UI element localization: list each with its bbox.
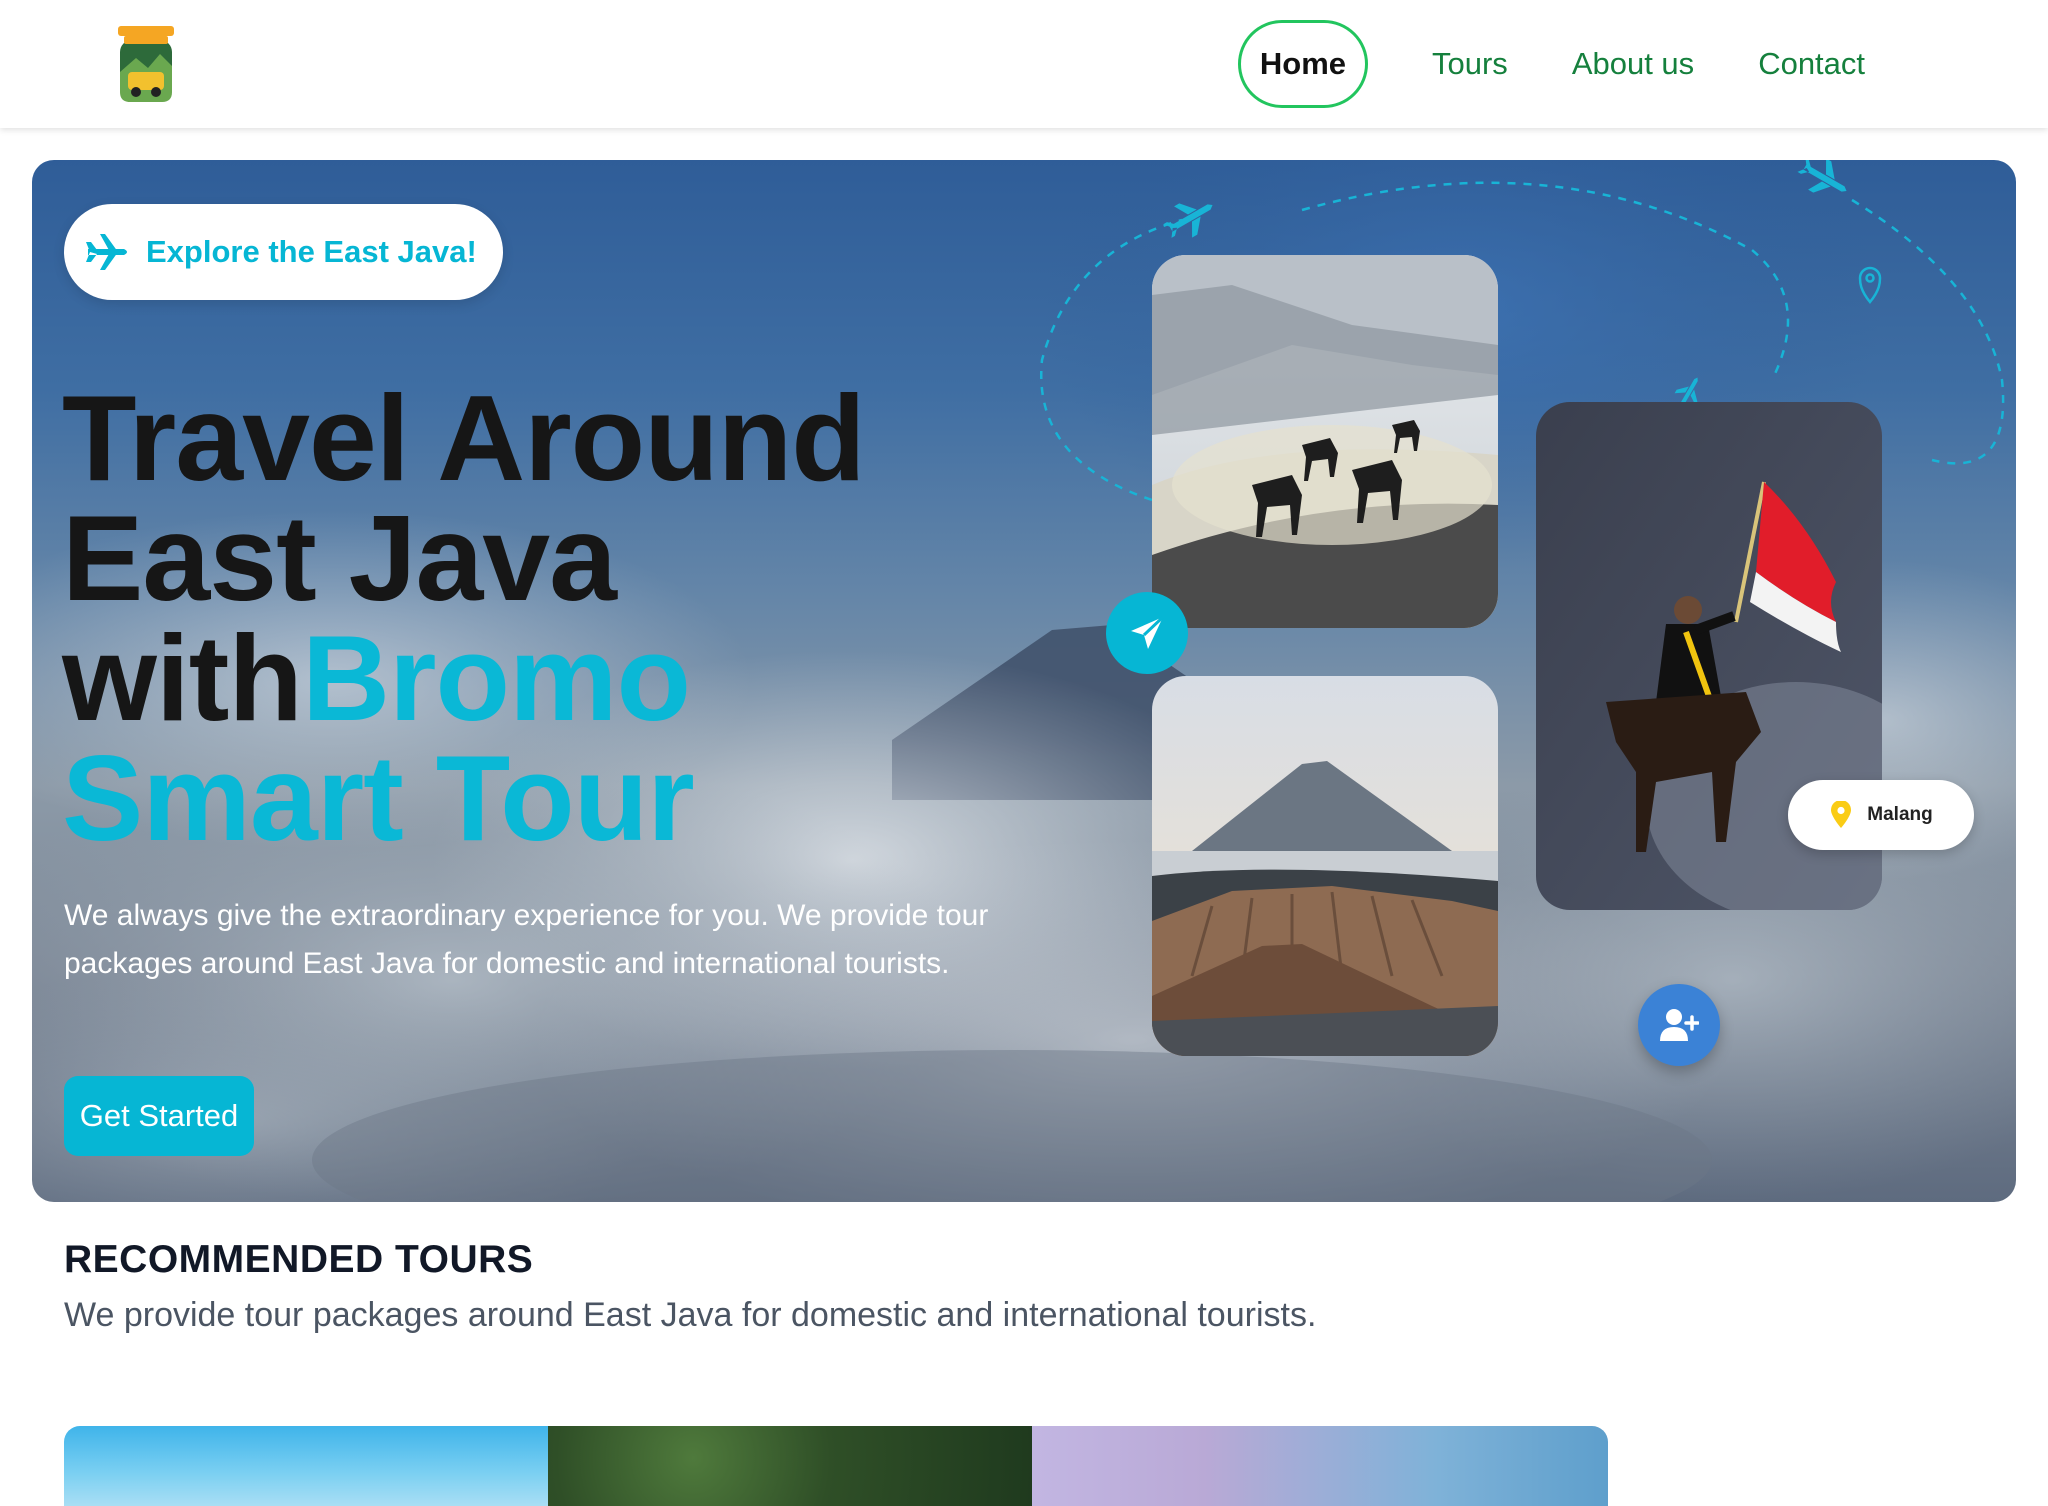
- user-plus-icon: [1660, 1009, 1699, 1041]
- hero-section: Explore the East Java! Travel Around Eas…: [32, 160, 2016, 1202]
- photo-bromo-crater: [1152, 676, 1498, 1056]
- explore-pill-label: Explore the East Java!: [146, 234, 477, 269]
- hero-headline: Travel Around East Java withBromo Smart …: [62, 377, 1022, 859]
- headline-line-2: East Java: [62, 490, 617, 626]
- add-user-fab[interactable]: [1638, 984, 1720, 1066]
- recommended-title: RECOMMENDED TOURS: [64, 1238, 534, 1281]
- headline-line-3-prefix: with: [62, 610, 303, 746]
- tour-card-2-image[interactable]: [548, 1426, 1032, 1506]
- get-started-button[interactable]: Get Started: [64, 1076, 254, 1156]
- brand-logo[interactable]: [114, 22, 178, 104]
- airplane-icon: [86, 234, 127, 270]
- nav-tours[interactable]: Tours: [1432, 20, 1508, 108]
- nav-contact[interactable]: Contact: [1758, 20, 1865, 108]
- hero-description: We always give the extraordinary experie…: [64, 899, 989, 980]
- paper-plane-icon: [1131, 615, 1165, 649]
- location-chip-label: Malang: [1867, 804, 1933, 825]
- site-header: Home Tours About us Contact: [0, 0, 2048, 128]
- headline-line-3-accent: Bromo: [301, 610, 691, 746]
- recommended-subtitle: We provide tour packages around East Jav…: [64, 1296, 1317, 1334]
- tour-card-3-image[interactable]: [1032, 1426, 1608, 1506]
- nav-about-us[interactable]: About us: [1572, 20, 1694, 108]
- send-fab[interactable]: [1106, 592, 1188, 674]
- headline-line-1: Travel Around: [62, 370, 866, 506]
- photo-horse-riders: [1152, 255, 1498, 628]
- nav-home[interactable]: Home: [1238, 20, 1368, 108]
- main-nav: Home Tours About us Contact: [1238, 20, 1865, 108]
- explore-pill: Explore the East Java!: [64, 204, 503, 300]
- tour-card-1-image[interactable]: [64, 1426, 548, 1506]
- headline-line-4-accent: Smart Tour: [62, 730, 695, 866]
- location-chip[interactable]: Malang: [1788, 780, 1974, 850]
- tour-cards: [64, 1426, 1608, 1506]
- map-pin-icon: [1831, 801, 1852, 828]
